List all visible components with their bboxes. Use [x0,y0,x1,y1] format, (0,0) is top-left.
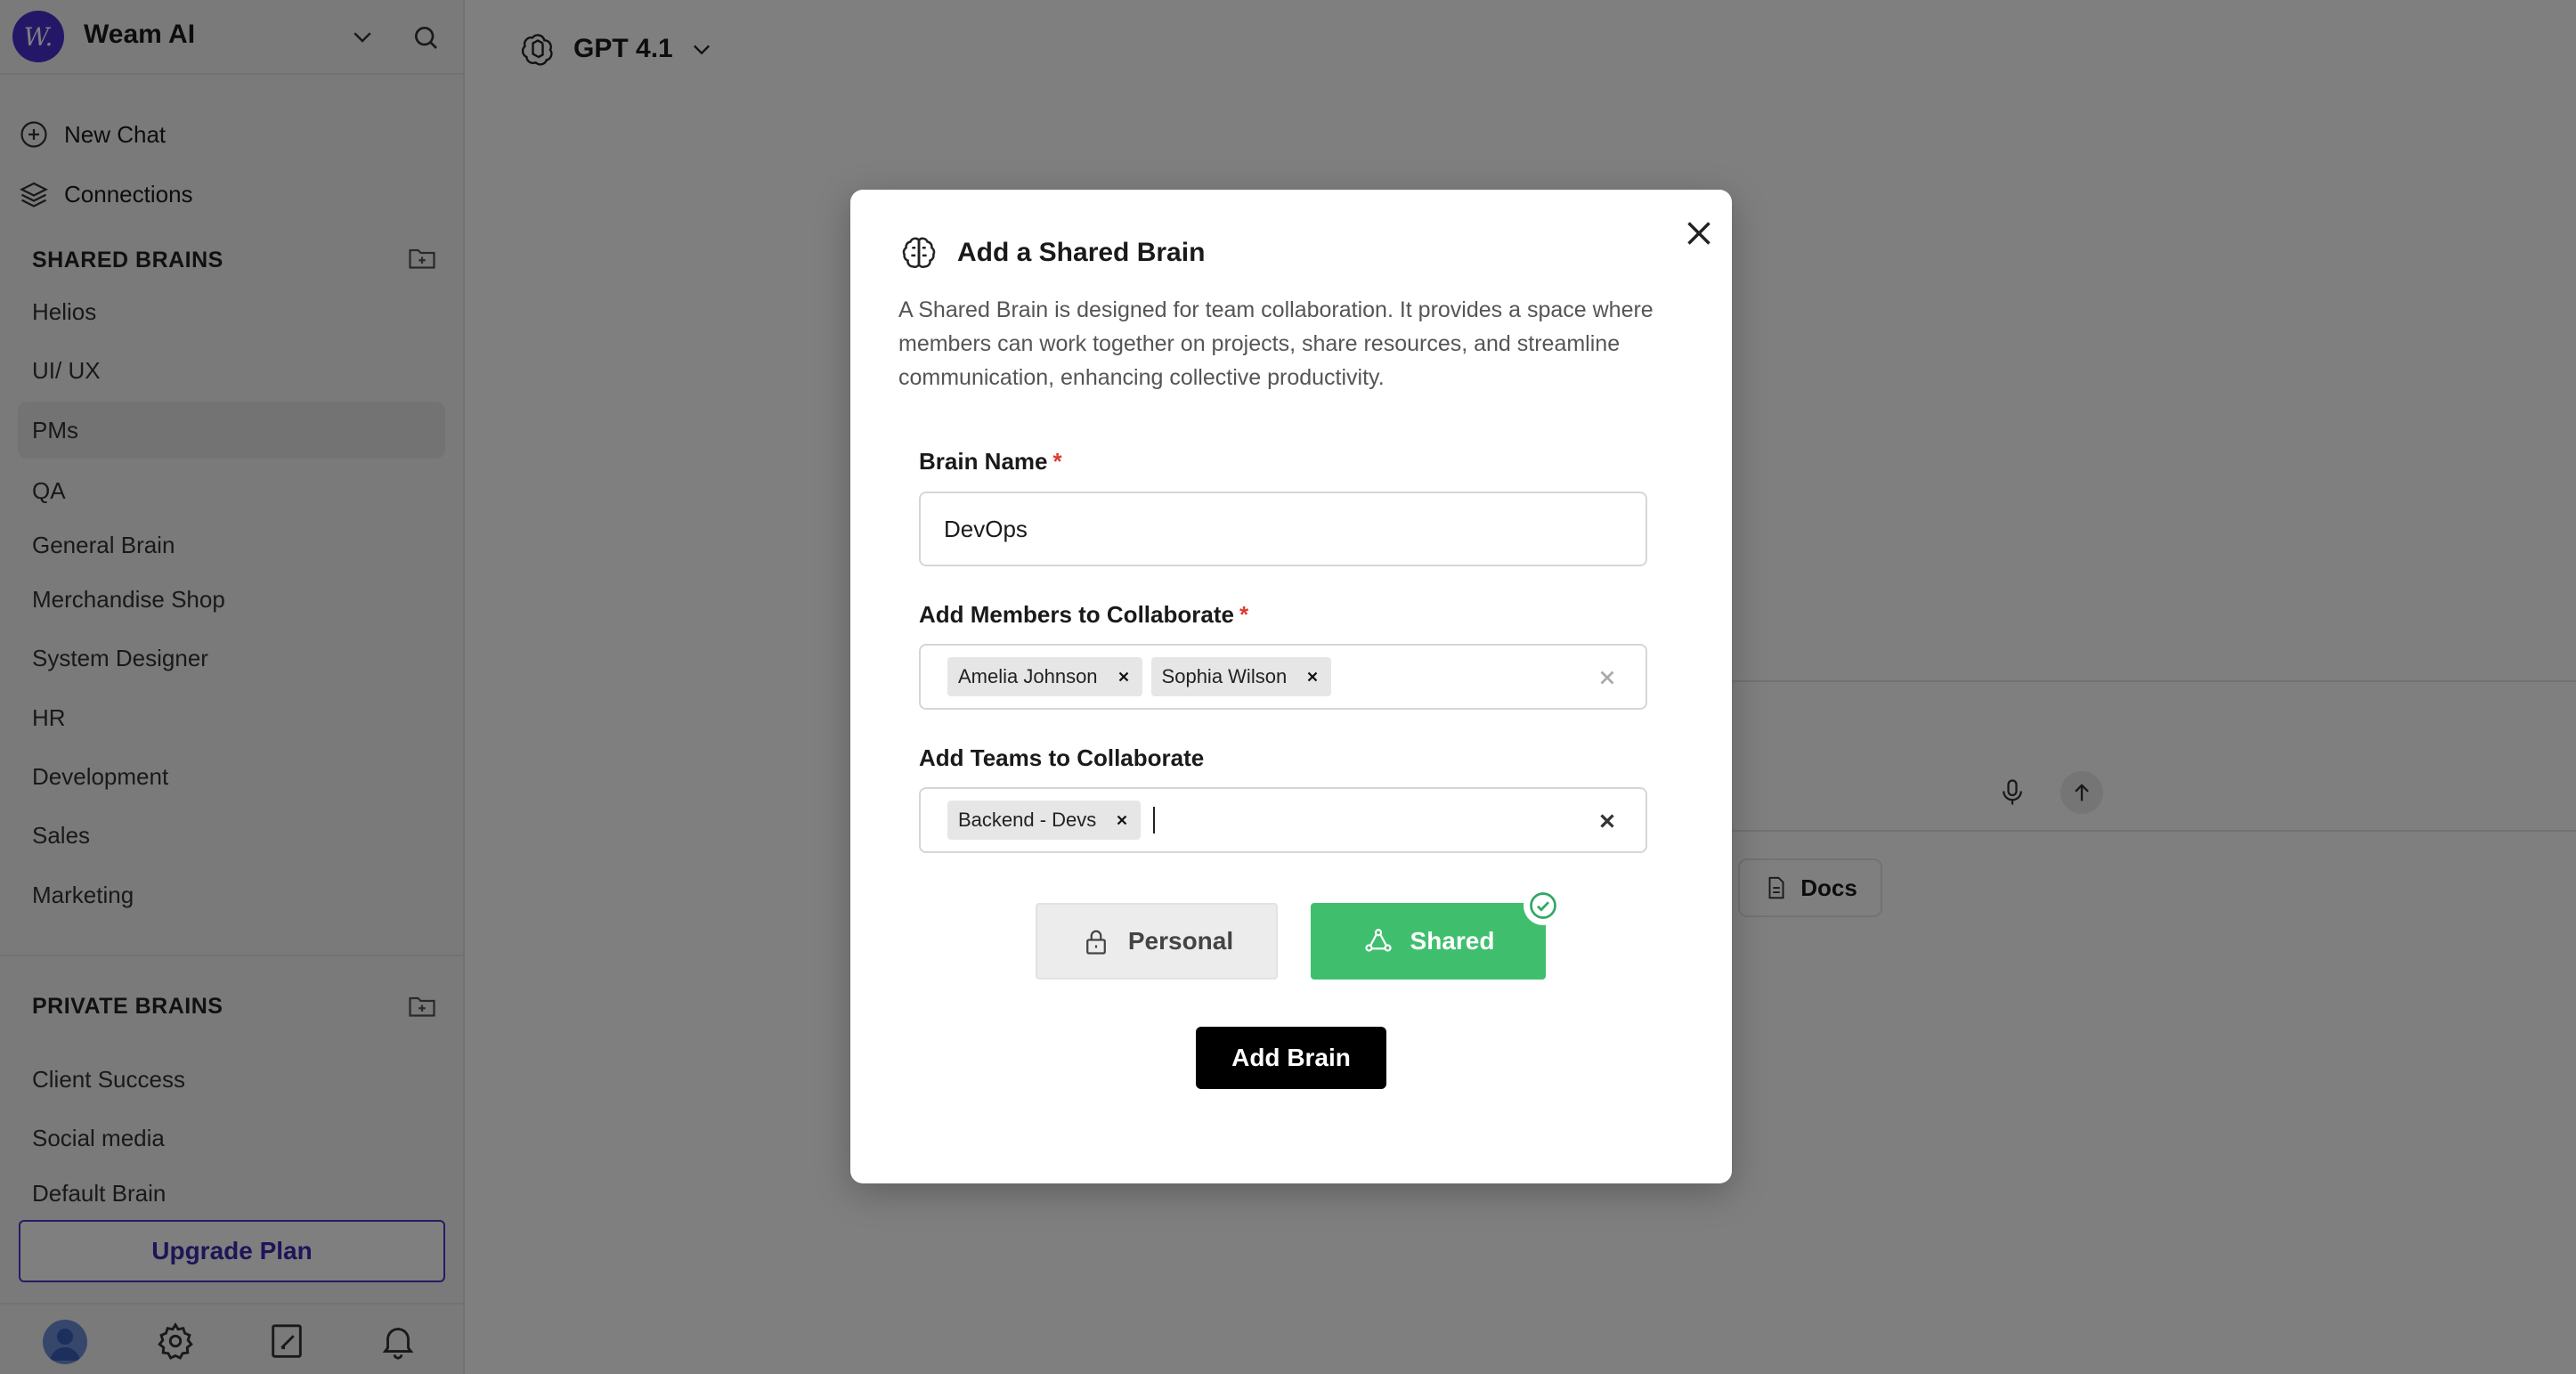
member-tag-label: Amelia Johnson [958,665,1098,687]
brain-name-label-text: Brain Name [919,448,1048,475]
text-caret [1153,807,1156,833]
clear-icon[interactable] [1596,666,1619,689]
members-label: Add Members to Collaborate * [919,601,1248,629]
add-brain-button[interactable]: Add Brain [1196,1027,1386,1089]
remove-tag-icon[interactable] [1114,812,1130,828]
personal-type-button[interactable]: Personal [1036,903,1278,980]
members-label-text: Add Members to Collaborate [919,601,1234,628]
close-icon[interactable] [1678,213,1719,254]
required-mark: * [1052,448,1062,475]
teams-select[interactable]: Backend - Devs [919,787,1647,853]
remove-tag-icon[interactable] [1304,669,1321,685]
brain-name-label: Brain Name * [919,448,1062,476]
team-tag-label: Backend - Devs [958,809,1097,831]
lock-icon [1085,930,1106,955]
clear-icon[interactable] [1596,809,1619,833]
brain-name-input[interactable]: DevOps [919,492,1647,566]
member-tag-label: Sophia Wilson [1161,665,1288,687]
dialog-title: Add a Shared Brain [957,238,1206,267]
share-icon [1364,929,1392,952]
add-shared-brain-dialog: Add a Shared Brain A Shared Brain is des… [850,190,1732,1183]
teams-label: Add Teams to Collaborate [919,744,1205,771]
dialog-description: A Shared Brain is designed for team coll… [898,297,1654,390]
team-tag: Backend - Devs [947,801,1142,840]
member-tag: Amelia Johnson [947,657,1142,696]
members-select[interactable]: Amelia Johnson Sophia Wilson [919,644,1647,710]
member-tag: Sophia Wilson [1150,657,1332,696]
shared-label: Shared [1410,927,1495,955]
brain-icon [902,237,936,268]
personal-label: Personal [1127,927,1234,955]
required-mark: * [1239,601,1249,628]
shared-type-button[interactable]: Shared [1311,903,1546,980]
selected-check-badge [1525,888,1561,923]
remove-tag-icon[interactable] [1116,669,1132,685]
check-circle-icon [1530,892,1556,919]
